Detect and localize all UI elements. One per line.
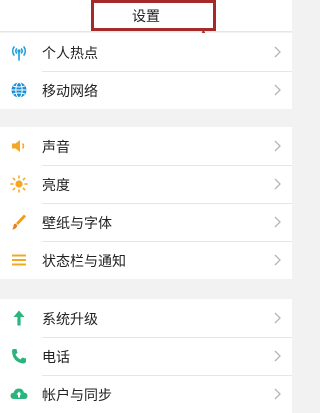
speaker-icon [12,140,25,152]
menu-item-account-sync[interactable]: 帐户与同步 [0,375,292,413]
chevron-right-icon [274,350,281,362]
arrow-up-icon [13,310,25,326]
chevron-right-icon [274,178,281,190]
menu-item-brightness[interactable]: 亮度 [0,165,292,203]
menu-item-label: 系统升级 [42,312,98,328]
chevron-right-icon [274,254,281,266]
menu-item-label: 壁纸与字体 [42,216,112,232]
title-highlight-box [91,0,216,31]
section-network: 个人热点 移动网络 [0,33,292,109]
menu-item-statusbar-notification[interactable]: 状态栏与通知 [0,241,292,279]
menu-item-sound[interactable]: 声音 [0,127,292,165]
menu-item-hotspot[interactable]: 个人热点 [0,33,292,71]
menu-item-wallpaper-font[interactable]: 壁纸与字体 [0,203,292,241]
cloud-icon [10,388,28,399]
menu-item-phone[interactable]: 电话 [0,337,292,375]
menu-item-label: 状态栏与通知 [42,254,126,270]
hotspot-icon [11,46,27,61]
sun-icon [10,175,28,193]
menu-item-label: 亮度 [42,178,70,194]
chevron-right-icon [274,216,281,228]
menu-item-label: 帐户与同步 [42,388,112,404]
chevron-right-icon [274,312,281,324]
menu-item-label: 电话 [42,350,70,366]
menu-item-label: 声音 [42,140,70,156]
phone-icon [12,349,26,364]
menu-item-label: 移动网络 [42,84,98,100]
brush-icon [12,214,26,230]
list-icon [12,254,26,266]
chevron-right-icon [274,388,281,400]
section-display: 声音 亮度 壁纸与字体 状态栏与通知 [0,127,292,279]
chevron-right-icon [274,140,281,152]
menu-item-system-upgrade[interactable]: 系统升级 [0,299,292,337]
menu-item-mobile-network[interactable]: 移动网络 [0,71,292,109]
section-system: 系统升级 电话 帐户与同步 [0,299,292,413]
globe-icon [11,82,27,98]
chevron-right-icon [274,84,281,96]
chevron-right-icon [274,46,281,58]
menu-item-label: 个人热点 [42,46,98,62]
